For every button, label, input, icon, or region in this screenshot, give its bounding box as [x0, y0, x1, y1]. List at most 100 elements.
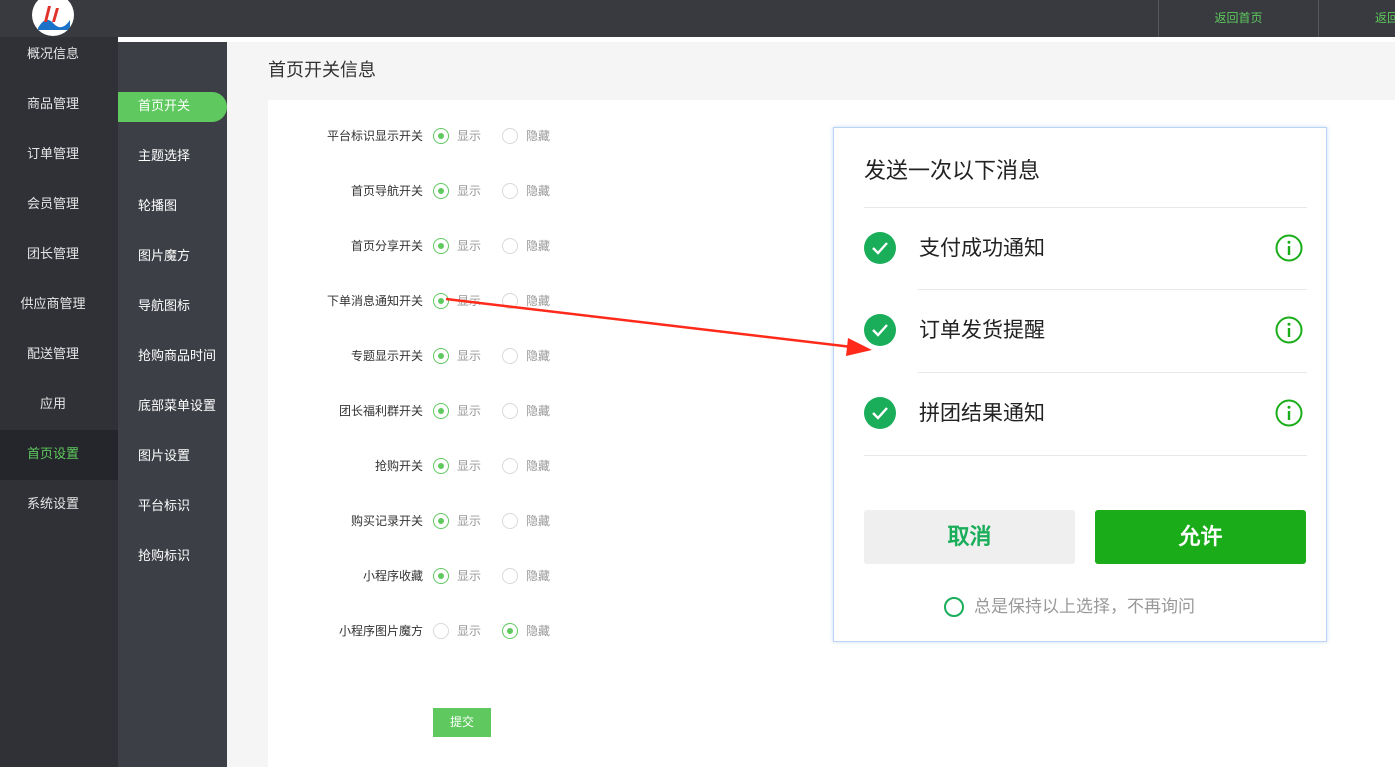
keep-choice-label: 总是保持以上选择，不再询问	[974, 597, 1195, 617]
radio-hide-label: 隐藏	[526, 459, 551, 473]
radio-show[interactable]	[433, 293, 449, 309]
form-row-label: 团长福利群开关	[338, 404, 423, 418]
message-label: 支付成功通知	[919, 236, 1045, 260]
form-row-label: 专题显示开关	[350, 349, 423, 363]
sidebar-item-apps[interactable]: 应用	[0, 380, 118, 430]
submenu-item-carousel[interactable]: 轮播图	[118, 192, 227, 222]
submenu-item-flash-sale-mark[interactable]: 抢购标识	[118, 542, 227, 572]
info-icon[interactable]	[1275, 234, 1303, 262]
message-label: 订单发货提醒	[919, 318, 1045, 342]
radio-show[interactable]	[433, 458, 449, 474]
sidebar-item-delivery[interactable]: 配送管理	[0, 330, 118, 380]
radio-hide-label: 隐藏	[526, 569, 551, 583]
radio-hide-label: 隐藏	[526, 349, 551, 363]
radio-show-label: 显示	[457, 239, 482, 253]
radio-show-label: 显示	[457, 459, 482, 473]
form-row: 首页分享开关 显示 隐藏	[268, 236, 598, 256]
check-icon[interactable]	[864, 314, 896, 346]
radio-hide[interactable]	[502, 183, 518, 199]
radio-show-label: 显示	[457, 349, 482, 363]
keep-choice-radio[interactable]	[944, 597, 964, 617]
form-row: 平台标识显示开关 显示 隐藏	[268, 126, 598, 146]
info-icon[interactable]	[1275, 399, 1303, 427]
back-home-link-2[interactable]: 返回	[1318, 0, 1395, 37]
message-item[interactable]: 拼团结果通知	[864, 373, 1307, 455]
main-top-strip	[227, 37, 1395, 42]
submit-button[interactable]: 提交	[433, 708, 491, 737]
form-row-label: 平台标识显示开关	[326, 129, 423, 143]
form-row: 购买记录开关 显示 隐藏	[268, 511, 598, 531]
radio-show[interactable]	[433, 403, 449, 419]
submenu-item-home-switch[interactable]: 首页开关	[118, 92, 227, 122]
radio-hide-label: 隐藏	[526, 624, 551, 638]
radio-show[interactable]	[433, 238, 449, 254]
form-row: 团长福利群开关 显示 隐藏	[268, 401, 598, 421]
radio-hide[interactable]	[502, 513, 518, 529]
sidebar-item-leaders[interactable]: 团长管理	[0, 230, 118, 280]
radio-show-label: 显示	[457, 404, 482, 418]
submenu-item-image-settings[interactable]: 图片设置	[118, 442, 227, 472]
radio-show-label: 显示	[457, 294, 482, 308]
radio-hide[interactable]	[502, 403, 518, 419]
back-home-link[interactable]: 返回首页	[1158, 0, 1318, 37]
radio-hide-label: 隐藏	[526, 239, 551, 253]
form-row-label: 购买记录开关	[350, 514, 423, 528]
radio-show[interactable]	[433, 568, 449, 584]
radio-show[interactable]	[433, 128, 449, 144]
form-row-label: 小程序图片魔方	[338, 624, 423, 638]
form-row: 首页导航开关 显示 隐藏	[268, 181, 598, 201]
radio-show[interactable]	[433, 183, 449, 199]
radio-show[interactable]	[433, 348, 449, 364]
radio-hide[interactable]	[502, 128, 518, 144]
radio-hide-label: 隐藏	[526, 294, 551, 308]
radio-hide[interactable]	[502, 238, 518, 254]
sidebar-item-suppliers[interactable]: 供应商管理	[0, 280, 118, 330]
form-row: 小程序收藏 显示 隐藏	[268, 566, 598, 586]
sidebar-item-home-settings[interactable]: 首页设置	[0, 430, 118, 480]
form-row-label: 首页分享开关	[350, 239, 423, 253]
radio-hide[interactable]	[502, 348, 518, 364]
divider	[864, 455, 1307, 456]
sidebar-item-members[interactable]: 会员管理	[0, 180, 118, 230]
submenu-item-flash-sale-time[interactable]: 抢购商品时间	[118, 342, 227, 372]
subscribe-message-dialog: 发送一次以下消息 支付成功通知 订单发货提醒 拼团结果通知 取消 允许 总是保持…	[833, 127, 1327, 642]
allow-button[interactable]: 允许	[1095, 510, 1306, 564]
check-icon[interactable]	[864, 232, 896, 264]
sidebar-item-orders[interactable]: 订单管理	[0, 130, 118, 180]
cancel-button[interactable]: 取消	[864, 510, 1075, 564]
sidebar-item-overview[interactable]: 概况信息	[0, 30, 118, 80]
radio-hide[interactable]	[502, 568, 518, 584]
sidebar: 概况信息 商品管理 订单管理 会员管理 团长管理 供应商管理 配送管理 应用 首…	[0, 37, 118, 767]
submenu: 首页开关 主题选择 轮播图 图片魔方 导航图标 抢购商品时间 底部菜单设置 图片…	[118, 42, 227, 767]
submenu-item-bottom-menu[interactable]: 底部菜单设置	[118, 392, 227, 422]
submenu-item-theme[interactable]: 主题选择	[118, 142, 227, 172]
message-item[interactable]: 订单发货提醒	[864, 290, 1307, 372]
form-row: 下单消息通知开关 显示 隐藏	[268, 291, 598, 311]
form-row-label: 抢购开关	[374, 459, 423, 473]
radio-show-label: 显示	[457, 569, 482, 583]
sidebar-item-products[interactable]: 商品管理	[0, 80, 118, 130]
form-row-label: 首页导航开关	[350, 184, 423, 198]
submenu-item-nav-icons[interactable]: 导航图标	[118, 292, 227, 322]
submenu-item-platform-mark[interactable]: 平台标识	[118, 492, 227, 522]
message-label: 拼团结果通知	[919, 401, 1045, 425]
radio-hide-label: 隐藏	[526, 514, 551, 528]
radio-show-label: 显示	[457, 624, 482, 638]
sidebar-item-system-settings[interactable]: 系统设置	[0, 480, 118, 530]
info-icon[interactable]	[1275, 316, 1303, 344]
dialog-title: 发送一次以下消息	[864, 159, 1041, 184]
check-icon[interactable]	[864, 397, 896, 429]
radio-show-label: 显示	[457, 129, 482, 143]
radio-hide[interactable]	[502, 458, 518, 474]
radio-show[interactable]	[433, 513, 449, 529]
submenu-item-image-cube[interactable]: 图片魔方	[118, 242, 227, 272]
radio-hide[interactable]	[502, 293, 518, 309]
message-item[interactable]: 支付成功通知	[864, 208, 1307, 290]
radio-show-label: 显示	[457, 514, 482, 528]
radio-hide[interactable]	[502, 623, 518, 639]
radio-hide-label: 隐藏	[526, 184, 551, 198]
form-row-label: 小程序收藏	[362, 569, 423, 583]
radio-show-label: 显示	[457, 184, 482, 198]
form-row: 抢购开关 显示 隐藏	[268, 456, 598, 476]
radio-show[interactable]	[433, 623, 449, 639]
